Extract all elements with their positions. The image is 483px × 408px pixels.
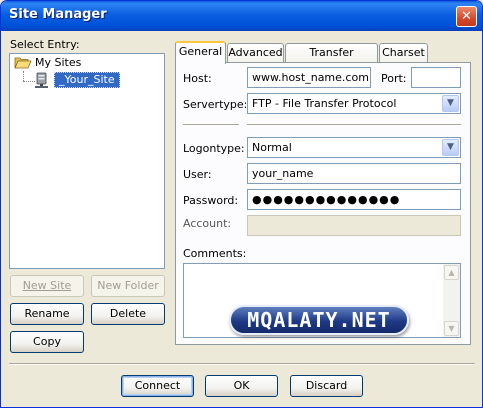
comments-label: Comments: <box>183 247 247 260</box>
delete-button[interactable]: Delete <box>91 303 165 325</box>
tree-connector <box>23 71 24 81</box>
folder-open-icon <box>14 57 32 69</box>
server-icon <box>35 72 48 88</box>
host-label: Host: <box>183 72 212 85</box>
host-input[interactable]: www.host_name.com <box>247 67 371 88</box>
close-button[interactable]: ✕ <box>456 6 477 27</box>
logontype-value: Normal <box>252 141 292 154</box>
servertype-select[interactable]: FTP - File Transfer Protocol ▼ <box>247 93 461 114</box>
account-input[interactable] <box>247 215 461 236</box>
copy-button[interactable]: Copy <box>10 331 84 353</box>
password-input[interactable]: ●●●●●●●●●●●●●● <box>247 189 461 210</box>
select-entry-label: Select Entry: <box>10 38 80 51</box>
divider <box>247 124 461 126</box>
servertype-label: Servertype: <box>183 98 248 111</box>
new-folder-button[interactable]: New Folder <box>91 275 165 297</box>
comments-scrollbar[interactable]: ▲ ▼ <box>443 264 460 337</box>
rename-button[interactable]: Rename <box>10 303 84 325</box>
tree-item-label: My Sites <box>35 56 82 69</box>
tab-general[interactable]: General <box>175 41 226 64</box>
window-title: Site Manager <box>9 7 107 22</box>
tab-transfer-settings[interactable]: Transfer settings <box>285 43 378 77</box>
new-site-button[interactable]: New Site <box>10 275 84 297</box>
servertype-value: FTP - File Transfer Protocol <box>252 97 397 110</box>
tree-item-your-site[interactable]: _Your_Site <box>54 72 120 88</box>
chevron-down-icon[interactable]: ▼ <box>442 95 459 112</box>
logontype-select[interactable]: Normal ▼ <box>247 137 461 158</box>
tab-advanced[interactable]: Advanced <box>227 43 284 63</box>
scroll-up-icon[interactable]: ▲ <box>444 265 459 280</box>
tab-charset[interactable]: Charset <box>379 43 428 63</box>
scroll-down-icon[interactable]: ▼ <box>444 321 459 336</box>
site-tree[interactable]: My Sites _Your_Site <box>9 53 165 269</box>
footer-divider <box>9 363 475 365</box>
divider <box>183 124 239 126</box>
port-input[interactable] <box>411 67 461 88</box>
title-bar[interactable]: Site Manager ✕ <box>1 1 482 31</box>
connect-button[interactable]: Connect <box>121 375 194 397</box>
ok-button[interactable]: OK <box>205 375 278 397</box>
password-label: Password: <box>183 194 239 207</box>
account-label: Account: <box>183 217 232 230</box>
user-input[interactable]: your_name <box>247 163 461 184</box>
chevron-down-icon[interactable]: ▼ <box>442 139 459 156</box>
port-label: Port: <box>381 72 407 85</box>
site-manager-window: Site Manager ✕ Select Entry: My Sites _Y… <box>0 0 483 408</box>
user-label: User: <box>183 168 212 181</box>
tree-item-my-sites[interactable]: My Sites <box>35 55 81 71</box>
discard-button[interactable]: Discard <box>290 375 363 397</box>
logontype-label: Logontype: <box>183 142 245 155</box>
watermark-logo: MQALATY.NET <box>229 305 409 335</box>
